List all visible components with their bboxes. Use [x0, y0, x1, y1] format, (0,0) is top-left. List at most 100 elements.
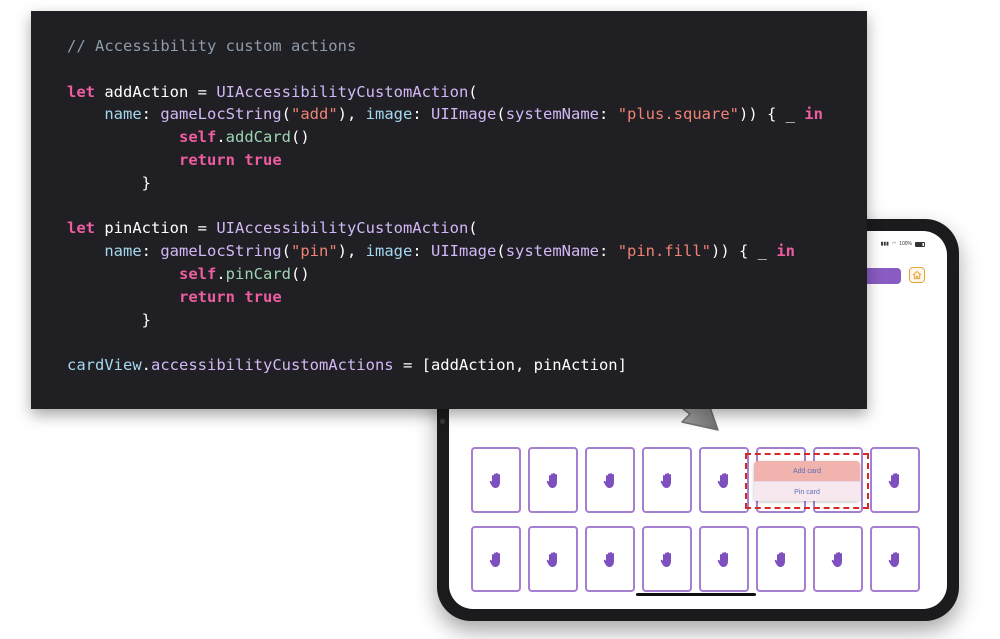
code-token: "add" — [291, 105, 338, 124]
code-line: } — [67, 309, 867, 332]
code-token: . — [216, 128, 226, 147]
code-token: accessibilityCustomActions — [151, 356, 394, 375]
game-card[interactable] — [756, 526, 806, 592]
code-token: addAction = — [95, 82, 217, 101]
code-token: let — [67, 219, 95, 238]
game-card[interactable] — [585, 447, 635, 513]
hand-raised-icon — [831, 551, 842, 567]
code-token: UIAccessibilityCustomAction — [216, 219, 469, 238]
house-icon — [912, 270, 922, 280]
game-card[interactable] — [813, 526, 863, 592]
code-token: ( — [496, 105, 506, 124]
add-card-action[interactable]: Add card — [754, 461, 860, 482]
game-card[interactable] — [642, 447, 692, 513]
code-token: ( — [496, 242, 506, 261]
code-line: // Accessibility custom actions — [67, 35, 867, 58]
hand-raised-icon — [546, 472, 557, 488]
code-token: UIAccessibilityCustomAction — [216, 82, 469, 101]
code-token: in — [776, 242, 796, 261]
code-line: return true — [67, 286, 867, 309]
code-token: : — [412, 105, 432, 124]
code-token: self — [178, 264, 217, 283]
game-card[interactable] — [471, 526, 521, 592]
game-card[interactable] — [699, 526, 749, 592]
code-token: UIImage — [431, 242, 497, 261]
pin-card-action[interactable]: Pin card — [754, 482, 860, 501]
game-card[interactable] — [528, 526, 578, 592]
code-token: in — [804, 105, 824, 124]
status-bar: ▮▮▮ ◠ 100% — [881, 241, 925, 247]
code-token: systemName — [505, 242, 600, 261]
code-token: "pin" — [291, 242, 338, 261]
code-line: name: gameLocString("add"), image: UIIma… — [67, 103, 867, 126]
home-indicator[interactable] — [636, 593, 756, 596]
hand-raised-icon — [660, 551, 671, 567]
hand-raised-icon — [603, 551, 614, 567]
hand-raised-icon — [717, 551, 728, 567]
code-token: ( — [281, 242, 291, 261]
code-token: )) { _ — [711, 242, 777, 261]
code-token: image — [365, 242, 413, 261]
code-token: let — [67, 82, 95, 101]
game-card[interactable] — [528, 447, 578, 513]
code-line: return true — [67, 149, 867, 172]
toolbar-button[interactable] — [863, 268, 901, 284]
code-token: : — [412, 242, 432, 261]
battery-icon — [915, 241, 925, 247]
code-token: ( — [281, 105, 291, 124]
code-token: "pin.fill" — [617, 242, 712, 261]
code-token: () — [290, 264, 310, 283]
code-token: true — [244, 150, 282, 169]
game-card[interactable] — [471, 447, 521, 513]
code-token: name — [104, 105, 142, 124]
game-card[interactable] — [870, 447, 920, 513]
camera-dot — [440, 419, 445, 424]
cellular-icon: ▮▮▮ — [880, 240, 889, 247]
code-token: true — [244, 287, 282, 306]
hand-raised-icon — [489, 551, 500, 567]
code-token: systemName — [505, 105, 600, 124]
code-token: "plus.square" — [617, 105, 740, 124]
code-line: name: gameLocString("pin"), image: UIIma… — [67, 240, 867, 263]
code-line: let addAction = UIAccessibilityCustomAct… — [67, 81, 867, 104]
home-button[interactable] — [909, 267, 925, 283]
hand-raised-icon — [888, 472, 899, 488]
code-line: let pinAction = UIAccessibilityCustomAct… — [67, 217, 867, 240]
code-token: () — [290, 128, 310, 147]
code-token: name — [104, 242, 142, 261]
code-token: : — [599, 242, 618, 261]
hand-raised-icon — [603, 472, 614, 488]
code-token: self — [178, 128, 217, 147]
battery-percentage: 100% — [899, 241, 912, 247]
accessibility-actions-menu: Add card Pin card — [754, 461, 860, 501]
code-token: pinAction = — [95, 219, 217, 238]
hand-raised-icon — [774, 551, 785, 567]
code-token: } — [67, 173, 151, 192]
game-card[interactable] — [642, 526, 692, 592]
code-token: gameLocString — [160, 105, 282, 124]
game-card[interactable] — [699, 447, 749, 513]
code-line: cardView.accessibilityCustomActions = [a… — [67, 354, 867, 377]
code-token: // Accessibility custom actions — [67, 37, 357, 55]
code-token: } — [67, 310, 151, 329]
code-token: : — [141, 105, 161, 124]
hand-raised-icon — [660, 472, 671, 488]
code-token: . — [216, 264, 226, 283]
game-card[interactable] — [585, 526, 635, 592]
code-line: } — [67, 172, 867, 195]
game-card[interactable] — [870, 526, 920, 592]
code-token: return — [178, 150, 235, 169]
code-token: ), — [337, 242, 366, 261]
code-token: return — [178, 287, 235, 306]
code-token: = [addAction, pinAction] — [393, 356, 627, 375]
code-token: ( — [468, 219, 478, 238]
hand-raised-icon — [489, 472, 500, 488]
